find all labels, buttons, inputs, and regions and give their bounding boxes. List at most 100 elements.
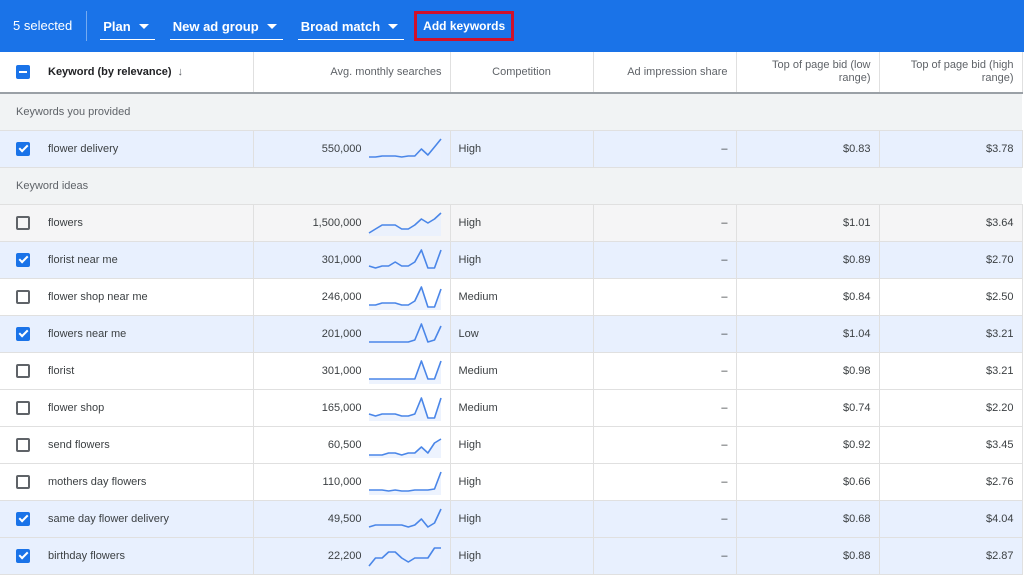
- keyword-text: same day flower delivery: [48, 513, 169, 525]
- keyword-row[interactable]: flowers near me 201,000 Low – $1.04 $3.2…: [0, 315, 1022, 352]
- select-all-checkbox[interactable]: [16, 65, 30, 79]
- sort-arrow-icon: ↓: [178, 66, 184, 79]
- bid-low: $0.68: [736, 500, 879, 537]
- keyword-text: flower delivery: [48, 143, 118, 155]
- competition: Low: [450, 315, 593, 352]
- caret-down-icon: [139, 24, 149, 29]
- trend-sparkline: [368, 358, 442, 384]
- row-checkbox[interactable]: [16, 290, 30, 304]
- ad-impression-share: –: [593, 241, 736, 278]
- row-checkbox[interactable]: [16, 327, 30, 341]
- ad-impression-share: –: [593, 537, 736, 574]
- keyword-text: mothers day flowers: [48, 476, 146, 488]
- group-row: Keyword ideas: [0, 167, 1022, 204]
- bid-high: $3.64: [879, 204, 1022, 241]
- row-checkbox[interactable]: [16, 364, 30, 378]
- ad-impression-share: –: [593, 130, 736, 167]
- keyword-row[interactable]: mothers day flowers 110,000 High – $0.66…: [0, 463, 1022, 500]
- ad-impression-share: –: [593, 500, 736, 537]
- competition-header[interactable]: Competition: [450, 52, 593, 93]
- bid-low: $0.66: [736, 463, 879, 500]
- bid-low: $0.98: [736, 352, 879, 389]
- keyword-text: flowers: [48, 217, 83, 229]
- keyword-text: birthday flowers: [48, 550, 125, 562]
- match-type-label: Broad match: [301, 19, 380, 34]
- avg-searches: 49,500: [328, 513, 362, 525]
- bid-high-header[interactable]: Top of page bid (high range): [879, 52, 1022, 93]
- avg-searches: 301,000: [322, 254, 362, 266]
- bid-high: $2.20: [879, 389, 1022, 426]
- bid-low: $0.74: [736, 389, 879, 426]
- ad-impression-share: –: [593, 426, 736, 463]
- keyword-row[interactable]: same day flower delivery 49,500 High – $…: [0, 500, 1022, 537]
- competition: High: [450, 204, 593, 241]
- trend-sparkline: [368, 543, 442, 569]
- trend-sparkline: [368, 469, 442, 495]
- avg-searches-header[interactable]: Avg. monthly searches: [253, 52, 450, 93]
- competition: High: [450, 500, 593, 537]
- row-checkbox[interactable]: [16, 512, 30, 526]
- row-checkbox[interactable]: [16, 549, 30, 563]
- competition: High: [450, 463, 593, 500]
- keyword-text: flowers near me: [48, 328, 126, 340]
- ad-impression-share: –: [593, 204, 736, 241]
- selection-toolbar: 5 selected Plan New ad group Broad match…: [0, 0, 1024, 52]
- bid-low: $1.01: [736, 204, 879, 241]
- trend-sparkline: [368, 247, 442, 273]
- keyword-row[interactable]: birthday flowers 22,200 High – $0.88 $2.…: [0, 537, 1022, 574]
- keyword-row[interactable]: florist 301,000 Medium – $0.98 $3.21: [0, 352, 1022, 389]
- bid-low: $0.84: [736, 278, 879, 315]
- bid-low: $0.89: [736, 241, 879, 278]
- avg-searches: 1,500,000: [313, 217, 362, 229]
- keyword-header-label: Keyword (by relevance): [48, 66, 172, 79]
- match-type-dropdown[interactable]: Broad match: [298, 12, 404, 40]
- keyword-row[interactable]: flower shop near me 246,000 Medium – $0.…: [0, 278, 1022, 315]
- row-checkbox[interactable]: [16, 142, 30, 156]
- plan-dropdown[interactable]: Plan: [100, 12, 154, 40]
- keyword-text: florist near me: [48, 254, 118, 266]
- keyword-text: flower shop: [48, 402, 104, 414]
- competition: Medium: [450, 278, 593, 315]
- group-row: Keywords you provided: [0, 93, 1022, 130]
- row-checkbox[interactable]: [16, 401, 30, 415]
- keyword-row[interactable]: send flowers 60,500 High – $0.92 $3.45: [0, 426, 1022, 463]
- avg-searches: 60,500: [328, 439, 362, 451]
- row-checkbox[interactable]: [16, 475, 30, 489]
- competition: High: [450, 426, 593, 463]
- group-label: Keywords you provided: [0, 93, 1022, 130]
- ad-share-header[interactable]: Ad impression share: [593, 52, 736, 93]
- row-checkbox[interactable]: [16, 253, 30, 267]
- bid-low: $1.04: [736, 315, 879, 352]
- bid-high: $2.76: [879, 463, 1022, 500]
- competition: Medium: [450, 389, 593, 426]
- ad-impression-share: –: [593, 389, 736, 426]
- keyword-column-header[interactable]: Keyword (by relevance) ↓: [0, 52, 253, 93]
- row-checkbox[interactable]: [16, 438, 30, 452]
- keyword-row[interactable]: flower delivery 550,000 High – $0.83 $3.…: [0, 130, 1022, 167]
- competition: Medium: [450, 352, 593, 389]
- trend-sparkline: [368, 506, 442, 532]
- ad-group-label: New ad group: [173, 19, 259, 34]
- avg-searches: 165,000: [322, 402, 362, 414]
- avg-searches: 246,000: [322, 291, 362, 303]
- bid-low-header[interactable]: Top of page bid (low range): [736, 52, 879, 93]
- ad-group-dropdown[interactable]: New ad group: [170, 12, 283, 40]
- avg-searches: 201,000: [322, 328, 362, 340]
- bid-low: $0.83: [736, 130, 879, 167]
- avg-searches: 301,000: [322, 365, 362, 377]
- bid-high: $3.21: [879, 315, 1022, 352]
- row-checkbox[interactable]: [16, 216, 30, 230]
- avg-searches: 550,000: [322, 143, 362, 155]
- trend-sparkline: [368, 432, 442, 458]
- keyword-row[interactable]: flowers 1,500,000 High – $1.01 $3.64: [0, 204, 1022, 241]
- trend-sparkline: [368, 284, 442, 310]
- competition: High: [450, 537, 593, 574]
- bid-high: $2.87: [879, 537, 1022, 574]
- avg-searches: 110,000: [323, 476, 362, 488]
- competition: High: [450, 130, 593, 167]
- ad-impression-share: –: [593, 463, 736, 500]
- keyword-row[interactable]: flower shop 165,000 Medium – $0.74 $2.20: [0, 389, 1022, 426]
- keyword-text: florist: [48, 365, 74, 377]
- keyword-row[interactable]: florist near me 301,000 High – $0.89 $2.…: [0, 241, 1022, 278]
- add-keywords-button[interactable]: Add keywords: [414, 11, 514, 41]
